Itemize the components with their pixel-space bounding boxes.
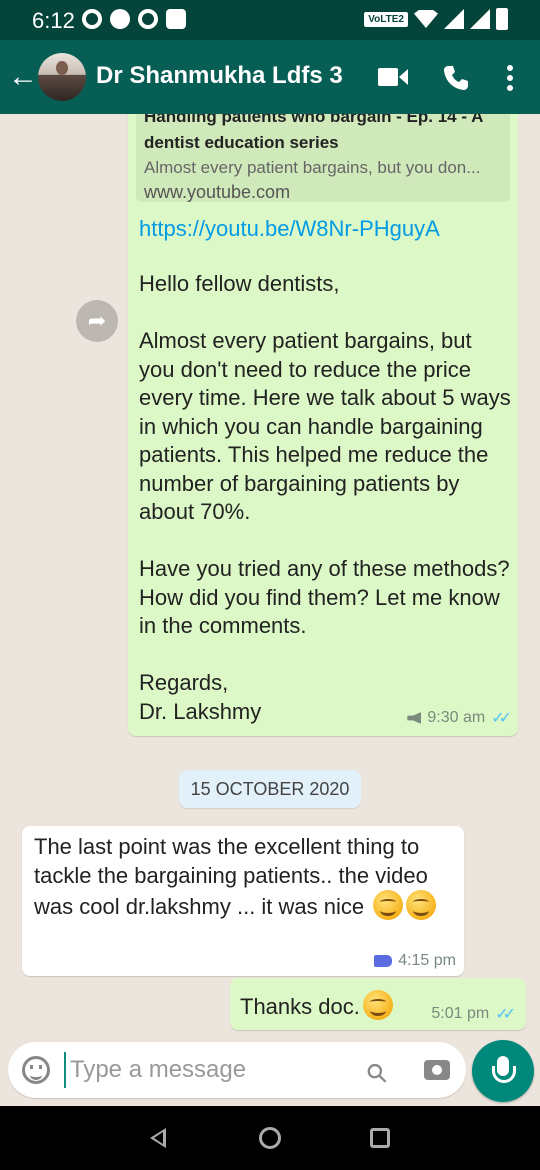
- message-text-wrap: The last point was the excellent thing t…: [34, 832, 454, 921]
- notification-icons: [82, 9, 186, 29]
- message-time: 5:01 pm: [431, 1005, 490, 1022]
- preview-description: Almost every patient bargains, but you d…: [144, 158, 481, 177]
- smiling-emoji-icon: [406, 890, 437, 920]
- forward-icon[interactable]: ➦: [76, 300, 118, 342]
- nav-recents-icon[interactable]: [370, 1128, 390, 1148]
- status-bar: 6:12 VoLTE2: [0, 0, 540, 40]
- preview-site: www.youtube.com: [144, 182, 291, 202]
- link-preview[interactable]: Handling patients who bargain - Ep. 14 -…: [136, 114, 510, 202]
- read-ticks-icon: ✓✓: [491, 710, 512, 727]
- chat-area[interactable]: ➦ Handling patients who bargain - Ep. 14…: [0, 114, 540, 1040]
- microphone-icon: [492, 1056, 516, 1083]
- message-paragraph: Have you tried any of these methods? How…: [139, 556, 510, 638]
- message-time: 4:15 pm: [398, 952, 456, 969]
- system-indicators: VoLTE2: [364, 8, 508, 30]
- message-time: 9:30 am: [427, 709, 486, 726]
- grinning-emoji-icon: [362, 990, 393, 1020]
- whatsapp-notification-icon: [82, 9, 102, 29]
- nav-home-icon[interactable]: [259, 1127, 281, 1149]
- message-composer: ⚲: [8, 1042, 466, 1098]
- message-text: The last point was the excellent thing t…: [34, 834, 428, 919]
- chat-header: ← Dr Shanmukha Ldfs 3: [0, 40, 540, 114]
- message-meta: 5:01 pm ✓✓: [431, 1004, 516, 1024]
- battery-icon: [496, 8, 508, 30]
- contact-name[interactable]: Dr Shanmukha Ldfs 3: [96, 62, 343, 90]
- label-icon: [374, 955, 393, 967]
- read-ticks-icon: ✓✓: [495, 1006, 516, 1023]
- smiling-emoji-icon: [373, 890, 404, 920]
- voice-record-button[interactable]: [472, 1040, 534, 1102]
- message-body: Hello fellow dentists, Almost every pati…: [139, 270, 511, 726]
- youtube-link[interactable]: https://youtu.be/W8Nr-PHguyA: [139, 216, 440, 242]
- more-options-icon[interactable]: [500, 64, 520, 92]
- message-text: Thanks doc.: [240, 994, 360, 1019]
- message-paragraph: Almost every patient bargains, but you d…: [139, 328, 511, 524]
- wifi-icon: [414, 10, 438, 28]
- voice-call-icon[interactable]: [442, 64, 470, 92]
- video-call-icon[interactable]: [378, 64, 408, 90]
- signal-2-icon: [470, 9, 490, 29]
- message-notification-icon: [110, 9, 130, 29]
- volte-badge: VoLTE2: [364, 11, 408, 27]
- message-text-wrap: Thanks doc.: [240, 990, 393, 1020]
- paperclip-icon[interactable]: ⚲: [359, 1050, 400, 1091]
- message-meta: 4:15 pm: [374, 952, 456, 970]
- signal-icon: [444, 9, 464, 29]
- outgoing-message-video[interactable]: Handling patients who bargain - Ep. 14 -…: [128, 114, 518, 736]
- outgoing-message[interactable]: Thanks doc. 5:01 pm ✓✓: [230, 978, 526, 1030]
- camera-icon[interactable]: [424, 1060, 450, 1080]
- emoji-picker-icon[interactable]: [22, 1056, 50, 1084]
- date-divider: 15 OCTOBER 2020: [179, 770, 361, 808]
- nav-back-icon[interactable]: [150, 1128, 166, 1148]
- message-meta: 9:30 am ✓✓: [407, 708, 512, 728]
- status-time: 6:12: [32, 8, 75, 33]
- back-arrow-icon[interactable]: ←: [8, 60, 38, 94]
- contact-avatar[interactable]: [38, 53, 86, 101]
- message-paragraph: Hello fellow dentists,: [139, 271, 340, 296]
- message-input[interactable]: [64, 1052, 354, 1088]
- system-nav-bar: [0, 1106, 540, 1170]
- app-notification-icon: [166, 9, 186, 29]
- record-notification-icon: [138, 9, 158, 29]
- incoming-message[interactable]: The last point was the excellent thing t…: [22, 826, 464, 976]
- preview-title: Handling patients who bargain - Ep. 14 -…: [144, 114, 483, 152]
- broadcast-icon: [407, 712, 422, 724]
